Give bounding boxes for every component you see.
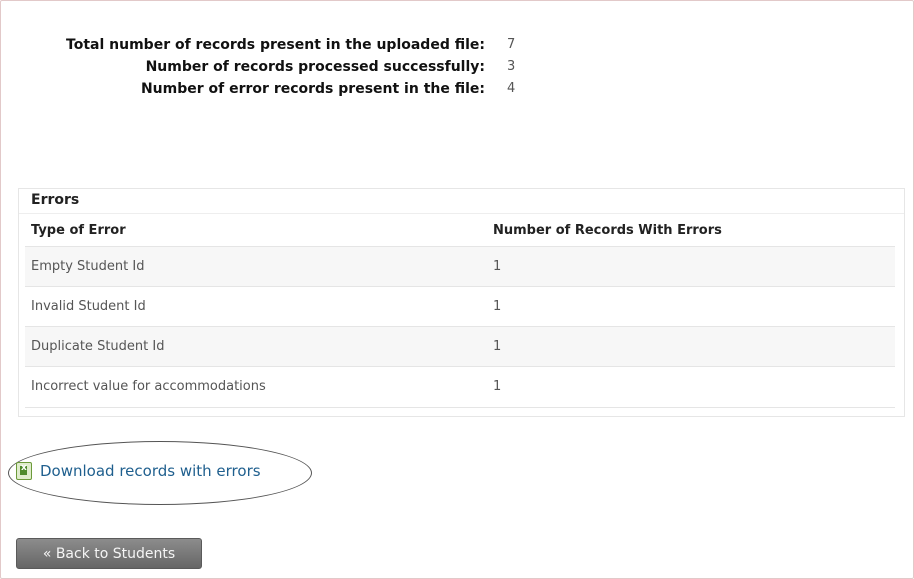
upload-summary: Total number of records present in the u… <box>10 34 515 100</box>
error-type-cell: Invalid Student Id <box>31 299 146 314</box>
summary-value: 7 <box>507 37 516 52</box>
summary-row-processed: Number of records processed successfully… <box>10 56 516 78</box>
error-count-cell: 1 <box>493 339 502 354</box>
summary-label: Number of error records present in the f… <box>140 81 485 97</box>
download-errors-link[interactable]: Download records with errors <box>16 458 261 484</box>
excel-file-icon <box>16 462 32 480</box>
back-to-students-button[interactable]: « Back to Students <box>16 538 202 569</box>
summary-row-total: Total number of records present in the u… <box>10 34 515 56</box>
error-count-cell: 1 <box>493 299 502 314</box>
table-row: Duplicate Student Id 1 <box>25 326 895 367</box>
summary-row-errors: Number of error records present in the f… <box>10 78 515 100</box>
table-row: Invalid Student Id 1 <box>25 286 895 327</box>
error-type-cell: Incorrect value for accommodations <box>31 379 266 394</box>
summary-label: Number of records processed successfully… <box>145 59 485 75</box>
summary-value: 3 <box>507 59 516 74</box>
errors-table-header: Type of Error Number of Records With Err… <box>19 213 904 246</box>
summary-label: Total number of records present in the u… <box>66 37 485 53</box>
errors-title: Errors <box>31 192 80 208</box>
error-type-cell: Empty Student Id <box>31 259 145 274</box>
table-row: Empty Student Id 1 <box>25 246 895 287</box>
table-row: Incorrect value for accommodations 1 <box>25 366 895 408</box>
error-count-cell: 1 <box>493 379 502 394</box>
column-header-type: Type of Error <box>31 223 126 238</box>
download-link-label: Download records with errors <box>40 462 261 480</box>
summary-value: 4 <box>507 81 516 96</box>
errors-panel: Errors Type of Error Number of Records W… <box>18 188 905 417</box>
error-count-cell: 1 <box>493 259 502 274</box>
column-header-count: Number of Records With Errors <box>493 223 722 238</box>
error-type-cell: Duplicate Student Id <box>31 339 165 354</box>
